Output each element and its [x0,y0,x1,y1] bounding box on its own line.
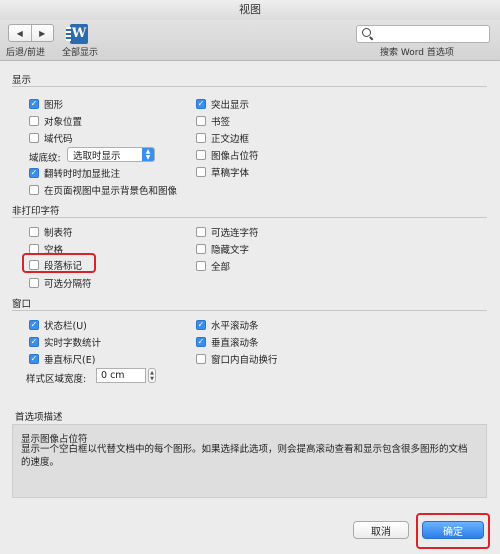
checkbox-tab-characters[interactable]: 制表符 [29,225,73,239]
word-app-icon: W [66,24,88,44]
back-forward-label: 后退/前进 [6,48,46,58]
checkbox-highlight[interactable]: ✓ 突出显示 [196,97,249,111]
ok-button-highlight [416,513,490,549]
checkbox-wrap-to-window[interactable]: 窗口内自动换行 [196,352,278,366]
window-heading: 窗口 [12,299,32,310]
back-button[interactable]: ◀ [9,25,31,41]
display-divider [12,86,487,87]
checkmark-icon: ✓ [196,99,206,109]
checkbox-all[interactable]: 全部 [196,259,230,273]
style-area-width-stepper[interactable]: ▲ ▼ [148,368,156,383]
checkbox-graphics[interactable]: ✓ 图形 [29,97,63,111]
checkbox-horizontal-scrollbar[interactable]: ✓ 水平滚动条 [196,318,259,332]
checkbox-vertical-ruler[interactable]: ✓ 垂直标尺(E) [29,352,95,366]
checkbox-optional-hyphens[interactable]: 可选连字符 [196,225,259,239]
checkmark-icon: ✓ [29,168,39,178]
back-arrow-icon: ◀ [16,28,23,38]
stepper-down-icon: ▼ [150,375,154,382]
window-divider [12,310,487,311]
forward-button[interactable]: ▶ [30,25,54,41]
select-arrows-icon: ▲ ▼ [142,148,154,161]
forward-arrow-icon: ▶ [39,28,46,38]
description-text: 显示一个空白框以代替文档中的每个图形。如果选择此选项，则会提高滚动查看和显示包含… [21,444,468,468]
description-box: 显示图像占位符 显示一个空白框以代替文档中的每个图形。如果选择此选项，则会提高滚… [12,424,487,498]
checkbox-picture-placeholders[interactable]: 图像占位符 [196,148,259,162]
checkbox-optional-breaks[interactable]: 可选分隔符 [29,276,92,290]
checkbox-object-anchors[interactable]: 对象位置 [29,114,82,128]
checkmark-icon: ✓ [29,99,39,109]
search-field[interactable] [356,25,490,43]
toolbar: ◀ ▶ 后退/前进 W 全部显示 搜索 Word 首选项 [0,20,500,61]
checkmark-icon: ✓ [196,320,206,330]
checkbox-live-word-count[interactable]: ✓ 实时字数统计 [29,335,101,349]
nonprinting-heading: 非打印字符 [12,206,60,217]
style-area-width-label: 样式区域宽度: [26,374,87,385]
checkbox-status-bar[interactable]: ✓ 状态栏(U) [29,318,87,332]
show-all-label: 全部显示 [62,48,99,58]
checkbox-show-comments-on-rollover[interactable]: ✓ 翻转时时加显批注 [29,166,120,180]
checkbox-text-boundaries[interactable]: 正文边框 [196,131,249,145]
checkmark-icon: ✓ [29,337,39,347]
search-icon [362,28,371,37]
checkbox-draft-font[interactable]: 草稿字体 [196,165,249,179]
checkmark-icon: ✓ [29,320,39,330]
checkbox-hidden-text[interactable]: 隐藏文字 [196,242,249,256]
field-shading-label: 域底纹: [29,153,61,164]
nonprinting-divider [12,217,487,218]
show-all-button[interactable]: W [66,22,91,44]
field-shading-select[interactable]: 选取时显示 ▲ ▼ [67,147,155,162]
checkbox-background-colors-images[interactable]: 在页面视图中显示背景色和图像 [29,183,177,197]
description-heading: 首选项描述 [15,412,63,423]
checkbox-paragraph-marks[interactable]: 段落标记 [29,258,82,272]
checkbox-field-codes[interactable]: 域代码 [29,131,73,145]
checkmark-icon: ✓ [196,337,206,347]
style-area-width-field[interactable]: 0 cm [96,368,146,383]
back-forward-control[interactable]: ◀ ▶ [8,24,54,42]
window-title: 视图 [0,0,500,20]
display-heading: 显示 [12,75,32,86]
checkmark-icon: ✓ [29,354,39,364]
search-hint: 搜索 Word 首选项 [380,48,454,58]
checkbox-vertical-scrollbar[interactable]: ✓ 垂直滚动条 [196,335,259,349]
checkbox-bookmarks[interactable]: 书签 [196,114,230,128]
cancel-button[interactable]: 取消 [353,521,409,539]
